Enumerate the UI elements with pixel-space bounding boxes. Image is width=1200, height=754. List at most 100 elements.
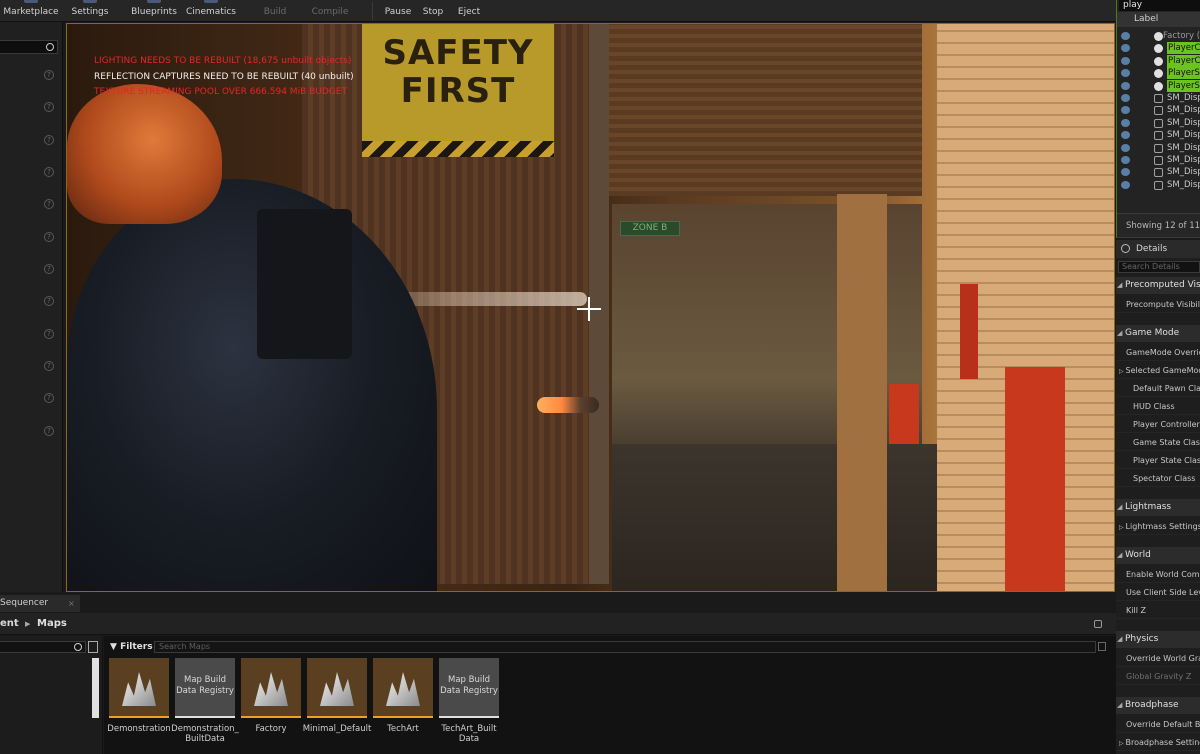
asset-tile[interactable]: Map Build Data Registry Demonstration_ Bu… [171,658,239,754]
pause-button[interactable]: Pause [384,0,412,21]
breadcrumb-arrow-icon[interactable]: ▶ [25,613,30,635]
collapse-arrow-icon[interactable]: ◢ [1117,277,1122,294]
details-category-header[interactable]: ◢ Game Mode [1116,325,1200,342]
details-property-row[interactable]: ▷ Lightmass Settings [1116,518,1200,535]
visibility-eye-icon[interactable] [1121,131,1130,140]
help-icon[interactable]: ? [44,135,54,145]
asset-tile[interactable]: Demonstration [107,658,171,754]
details-search-input[interactable]: Search Details [1118,261,1200,273]
visibility-eye-icon[interactable] [1121,81,1130,90]
details-property-row[interactable]: Global Gravity Z [1116,668,1200,685]
collapse-arrow-icon[interactable]: ◢ [1117,547,1122,564]
visibility-eye-icon[interactable] [1121,94,1130,102]
visibility-eye-icon[interactable] [1121,143,1130,152]
folder-search-input[interactable] [0,641,86,653]
help-icon[interactable]: ? [44,199,54,209]
compile-button[interactable]: Compile [312,0,349,21]
visibility-eye-icon[interactable] [1121,156,1130,164]
details-property-row[interactable]: Precompute Visibility [1116,296,1200,313]
details-property-row[interactable]: Default Pawn Class [1116,380,1200,397]
scrollbar[interactable] [92,658,99,718]
stop-button[interactable]: Stop [422,0,444,21]
details-category-header[interactable]: ◢ Broadphase [1116,697,1200,714]
asset-tile[interactable]: Minimal_Default [303,658,371,754]
details-property-row[interactable]: Kill Z [1116,602,1200,619]
collapse-arrow-icon[interactable]: ◢ [1117,631,1122,648]
outliner-row[interactable]: SM_Displ [1117,166,1200,179]
outliner-row[interactable]: SM_Displ [1117,92,1200,105]
outliner-row[interactable]: SM_Displ [1117,179,1200,192]
asset-tile[interactable]: Factory [241,658,301,754]
help-icon[interactable]: ? [44,393,54,403]
lock-icon[interactable] [1094,620,1102,628]
outliner-row[interactable]: PlayerSta [1117,79,1200,93]
help-icon[interactable]: ? [44,361,54,371]
collapse-arrow-icon[interactable]: ◢ [1117,697,1122,714]
details-property-row[interactable]: Override World Gravit [1116,650,1200,667]
asset-tile[interactable]: Map Build Data Registry TechArt_Built Dat… [439,658,499,754]
details-property-row[interactable]: Use Client Side Level [1116,584,1200,601]
help-icon[interactable]: ? [44,232,54,242]
details-property-row[interactable]: Override Default Broa [1116,716,1200,733]
view-options-icon[interactable] [88,641,98,653]
outliner-row[interactable]: PlayerSt [1117,67,1200,80]
help-icon[interactable]: ? [44,70,54,80]
sequencer-tab[interactable]: Sequencer × [0,595,80,612]
help-icon[interactable]: ? [44,329,54,339]
details-category-header[interactable]: ◢ Physics [1116,631,1200,648]
help-icon[interactable]: ? [44,296,54,306]
details-property-row[interactable]: GameMode Override [1116,344,1200,361]
asset-search-input[interactable]: Search Maps [154,641,1096,653]
outliner-row[interactable]: SM_Displ [1117,154,1200,167]
details-property-row[interactable]: Spectator Class [1116,470,1200,487]
level-viewport[interactable]: SAFETY FIRST ZONE B LIGHTING NEEDS TO BE… [66,23,1115,592]
outliner-row[interactable]: PlayerCa [1117,42,1200,55]
outliner-row[interactable]: SM_Displ [1117,117,1200,130]
asset-tile[interactable]: TechArt [373,658,433,754]
collapse-arrow-icon[interactable]: ◢ [1117,325,1122,342]
visibility-eye-icon[interactable] [1121,69,1130,78]
outliner-label-column[interactable]: Label [1117,12,1200,27]
details-property-row[interactable]: Enable World Compos [1116,566,1200,583]
eject-button[interactable]: Eject [458,0,480,21]
outliner-row[interactable]: SM_Displ [1117,104,1200,117]
details-property-row[interactable]: HUD Class [1116,398,1200,415]
visibility-eye-icon[interactable] [1121,106,1130,115]
outliner-row[interactable]: SM_Displ [1117,129,1200,142]
visibility-eye-icon[interactable] [1121,32,1130,40]
help-icon[interactable]: ? [44,167,54,177]
help-icon[interactable]: ? [44,426,54,436]
details-category-header[interactable]: ◢ Lightmass [1116,499,1200,516]
outliner-search-input[interactable]: play [1119,0,1200,11]
close-icon[interactable]: × [68,595,75,612]
visibility-eye-icon[interactable] [1121,168,1130,177]
details-property-row[interactable]: ▷ Broadphase Settings [1116,734,1200,751]
details-property-row[interactable]: Player State Class [1116,452,1200,469]
visibility-eye-icon[interactable] [1121,180,1130,189]
breadcrumb-maps[interactable]: Maps [37,613,67,635]
collapse-arrow-icon[interactable]: ◢ [1117,499,1122,516]
marketplace-button[interactable]: Marketplace [3,0,59,21]
outliner-row[interactable]: Factory (Pl [1117,30,1200,43]
details-category-header[interactable]: ◢ World [1116,547,1200,564]
help-icon[interactable]: ? [44,264,54,274]
details-tab[interactable]: Details [1116,240,1200,258]
outliner-row[interactable]: SM_Displ [1117,142,1200,155]
visibility-eye-icon[interactable] [1121,118,1130,127]
modes-search-input[interactable] [0,40,58,54]
visibility-eye-icon[interactable] [1121,56,1130,65]
details-property-row[interactable]: Game State Class [1116,434,1200,451]
build-button[interactable]: Build [262,0,288,21]
save-search-icon[interactable] [1098,642,1106,651]
details-property-row[interactable]: Player Controller Cl [1116,416,1200,433]
breadcrumb-content[interactable]: ent [0,613,19,635]
details-property-row[interactable]: ▷ Selected GameMode [1116,362,1200,379]
visibility-eye-icon[interactable] [1121,44,1130,53]
filters-button[interactable]: ▼ Filters ▾ [110,641,160,653]
outliner-row[interactable]: PlayerCo [1117,54,1200,68]
blueprints-button[interactable]: Blueprints [131,0,177,21]
help-icon[interactable]: ? [44,102,54,112]
cinematics-button[interactable]: Cinematics [186,0,236,21]
details-category-header[interactable]: ◢Precomputed Visib [1116,277,1200,294]
settings-button[interactable]: Settings [72,0,108,21]
